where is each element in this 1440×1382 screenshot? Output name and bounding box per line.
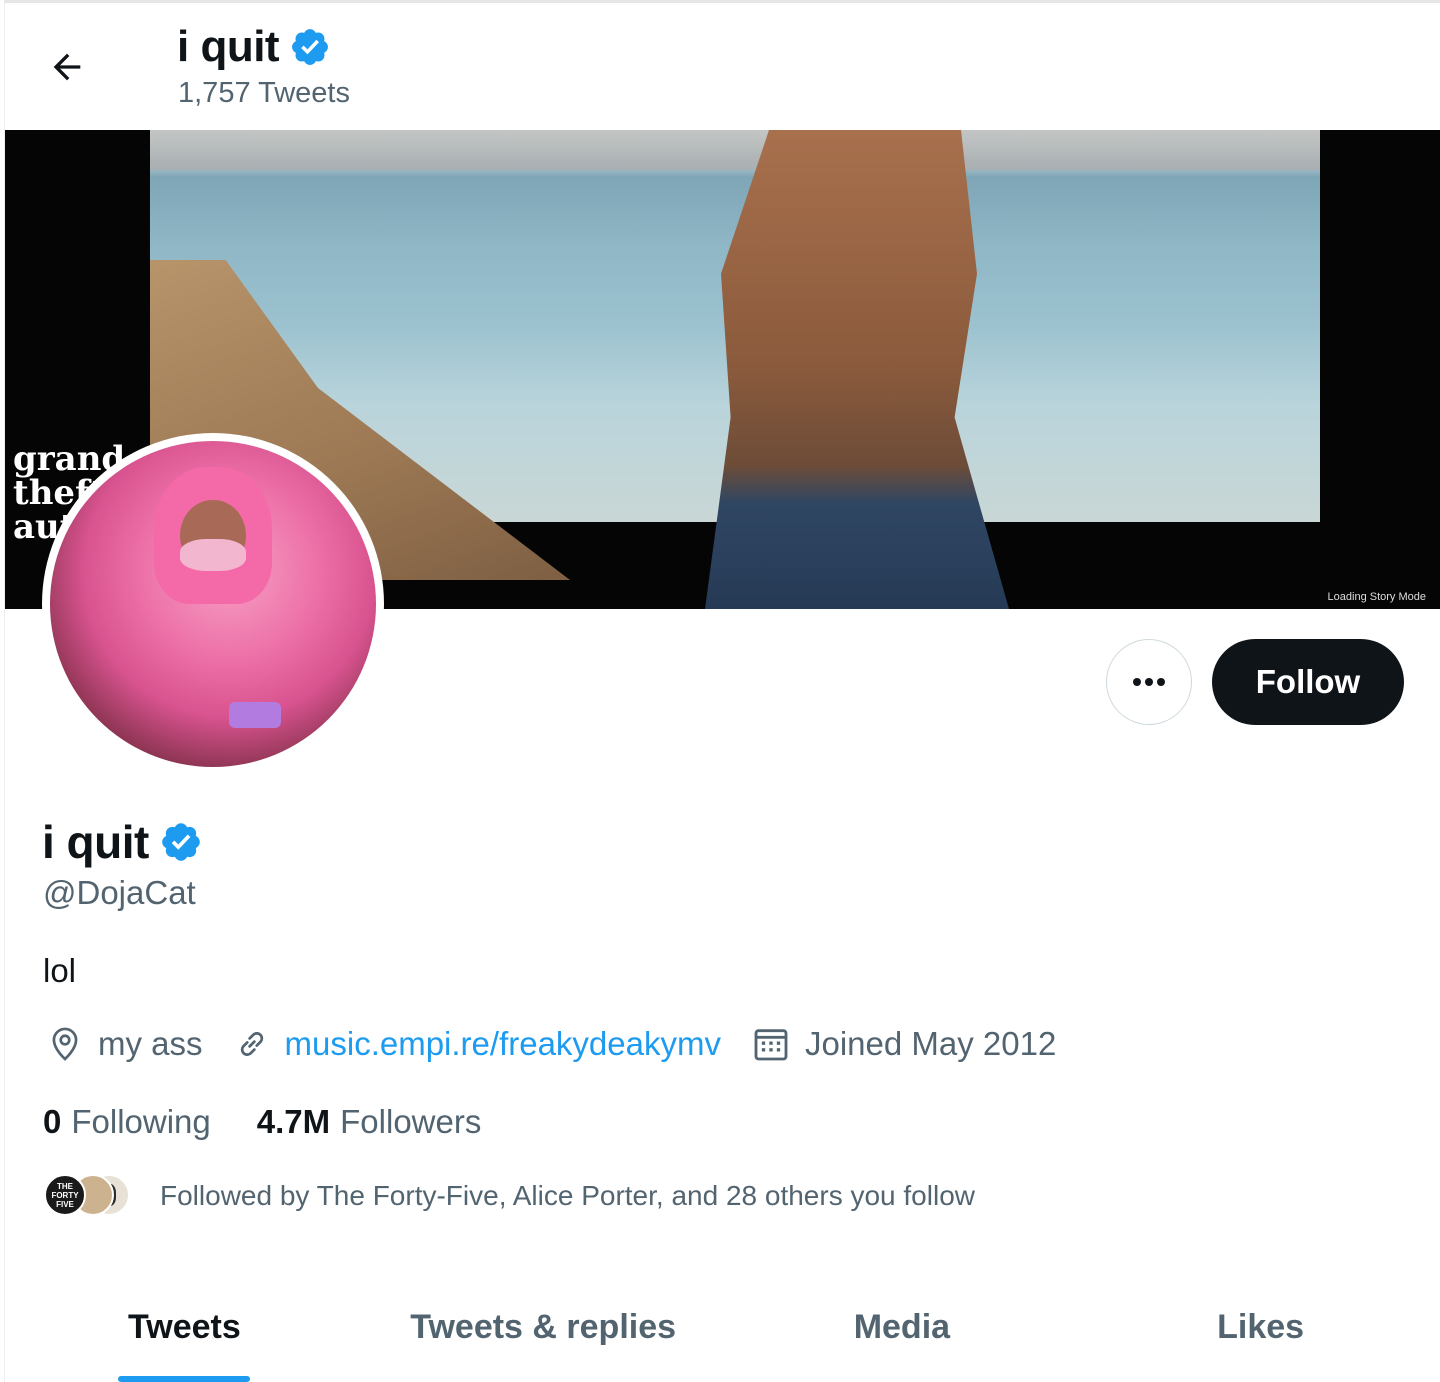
calendar-icon: [754, 1029, 788, 1061]
link-icon: [240, 1032, 263, 1056]
tab-tweets[interactable]: Tweets: [5, 1272, 364, 1382]
profile-bio: lol: [43, 952, 77, 989]
back-button[interactable]: [42, 42, 92, 92]
profile-meta: my ass music.empi.re/freakydeakymv Joine…: [46, 1024, 1086, 1064]
profile-handle: @DojaCat: [43, 874, 196, 911]
avatar-mask: [180, 538, 246, 572]
followers-label: Followers: [340, 1103, 482, 1140]
banner-loading-text: Loading Story Mode: [1327, 591, 1426, 603]
tab-tweets-replies[interactable]: Tweets & replies: [364, 1272, 723, 1382]
banner-skyline: [150, 130, 1320, 170]
avatar-phone: [229, 701, 282, 728]
verified-badge-icon: [162, 823, 200, 861]
following-count-link[interactable]: 0 Following: [43, 1103, 211, 1141]
location-pin-icon: [52, 1027, 78, 1061]
avatar: THE FORTY FIVE: [44, 1174, 86, 1216]
website-item[interactable]: music.empi.re/freakydeakymv: [233, 1025, 721, 1063]
display-name: i quit: [42, 816, 149, 868]
location-item: my ass: [46, 1025, 203, 1063]
following-label: Following: [71, 1103, 211, 1140]
header-title: i quit: [177, 22, 331, 72]
display-name-row: i quit: [42, 815, 203, 869]
verified-badge-icon: [292, 29, 329, 65]
avatar-image: [50, 441, 376, 767]
followed-by-row[interactable]: THE FORTY FIVE Followed by The Forty-Fiv…: [44, 1174, 975, 1218]
tab-media[interactable]: Media: [723, 1272, 1082, 1382]
more-dots-icon: [1133, 678, 1165, 686]
more-button[interactable]: [1106, 639, 1192, 725]
location-text: my ass: [98, 1025, 203, 1062]
followers-count: 4.7M: [256, 1103, 331, 1140]
tab-likes[interactable]: Likes: [1081, 1272, 1440, 1382]
joined-item: Joined May 2012: [751, 1024, 1056, 1064]
followed-by-text: Followed by The Forty-Five, Alice Porter…: [160, 1180, 975, 1211]
follow-counts: 0 Following 4.7M Followers: [43, 1103, 527, 1141]
profile-avatar[interactable]: [42, 433, 384, 775]
follow-button[interactable]: Follow: [1212, 639, 1404, 725]
header-tweet-count: 1,757 Tweets: [178, 77, 350, 109]
arrow-left-icon: [53, 53, 81, 81]
following-count: 0: [43, 1103, 62, 1140]
followers-count-link[interactable]: 4.7M Followers: [257, 1103, 482, 1141]
profile-tabs: Tweets Tweets & replies Media Likes: [5, 1272, 1440, 1382]
followed-by-avatars: THE FORTY FIVE: [44, 1174, 144, 1218]
joined-text: Joined May 2012: [804, 1025, 1057, 1062]
website-link[interactable]: music.empi.re/freakydeakymv: [285, 1025, 721, 1063]
header-name: i quit: [177, 22, 280, 71]
